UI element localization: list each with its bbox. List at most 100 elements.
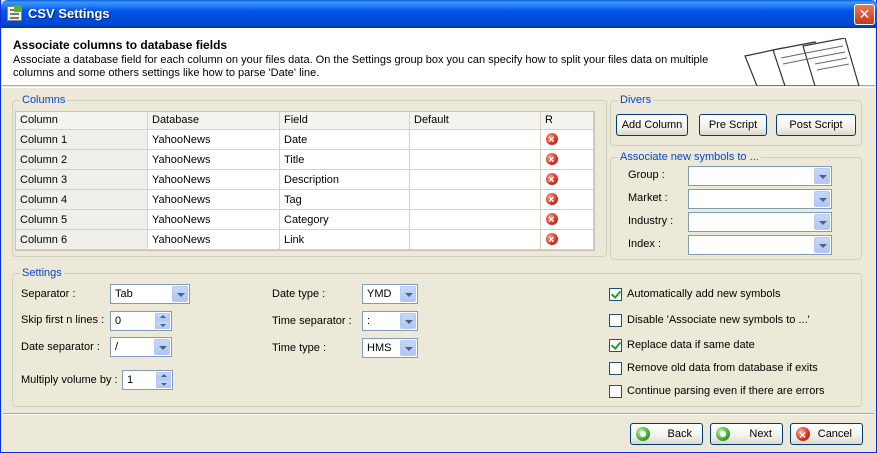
next-button[interactable]: Next <box>710 423 783 445</box>
cell-remove <box>541 210 594 230</box>
header-r[interactable]: R <box>541 112 594 130</box>
continue-parsing-checkbox[interactable] <box>609 385 622 398</box>
cell-column: Column 2 <box>16 150 148 170</box>
market-select[interactable] <box>688 189 832 209</box>
cell-field[interactable]: Category <box>280 210 410 230</box>
time-type-select[interactable]: HMS <box>362 338 418 358</box>
date-type-select[interactable]: YMD <box>362 284 418 304</box>
time-separator-select[interactable]: : <box>362 311 418 331</box>
chevron-down-icon[interactable] <box>154 339 170 355</box>
remove-icon[interactable] <box>546 130 558 149</box>
cell-field[interactable]: Date <box>280 130 410 150</box>
header-default[interactable]: Default <box>410 112 541 130</box>
cell-database[interactable]: YahooNews <box>148 190 280 210</box>
table-row[interactable]: Column 3 YahooNews Description <box>16 170 594 190</box>
index-select[interactable] <box>688 235 832 255</box>
back-button[interactable]: Back <box>630 423 703 445</box>
cell-column: Column 6 <box>16 230 148 250</box>
cell-remove <box>541 230 594 250</box>
table-row[interactable]: Column 5 YahooNews Category <box>16 210 594 230</box>
back-label: Back <box>667 428 692 440</box>
cell-remove <box>541 130 594 150</box>
chevron-down-icon[interactable] <box>814 237 830 253</box>
cell-database[interactable]: YahooNews <box>148 210 280 230</box>
post-script-button[interactable]: Post Script <box>776 114 856 136</box>
multiply-volume-stepper[interactable]: 1 <box>122 370 173 390</box>
remove-icon[interactable] <box>546 210 558 229</box>
chevron-down-icon[interactable] <box>814 168 830 184</box>
continue-parsing-label[interactable]: Continue parsing even if there are error… <box>627 385 825 397</box>
cell-default[interactable] <box>410 170 541 190</box>
close-button[interactable]: ✕ <box>854 4 875 25</box>
header-database[interactable]: Database <box>148 112 280 130</box>
cell-database[interactable]: YahooNews <box>148 150 280 170</box>
cell-default[interactable] <box>410 150 541 170</box>
cell-field[interactable]: Tag <box>280 190 410 210</box>
skip-lines-stepper[interactable]: 0 <box>110 311 172 331</box>
industry-select[interactable] <box>688 212 832 232</box>
remove-icon[interactable] <box>546 150 558 169</box>
spin-up-icon[interactable] <box>156 372 171 380</box>
header-column[interactable]: Column <box>16 112 148 130</box>
remove-icon[interactable] <box>546 170 558 189</box>
spin-down-icon[interactable] <box>156 380 171 388</box>
date-type-value: YMD <box>367 288 392 300</box>
cell-database[interactable]: YahooNews <box>148 130 280 150</box>
cell-database[interactable]: YahooNews <box>148 230 280 250</box>
header-separator <box>2 87 875 88</box>
header-description: Associate a database field for each colu… <box>13 54 709 79</box>
group-select[interactable] <box>688 166 832 186</box>
symbols-group-legend: Associate new symbols to ... <box>618 151 761 163</box>
replace-data-label[interactable]: Replace data if same date <box>627 339 755 351</box>
chevron-down-icon[interactable] <box>400 340 416 356</box>
chevron-down-icon[interactable] <box>814 214 830 230</box>
title-bar[interactable]: CSV Settings ✕ <box>1 0 877 28</box>
app-icon <box>7 5 22 21</box>
replace-data-checkbox[interactable] <box>609 339 622 352</box>
table-row[interactable]: Column 6 YahooNews Link <box>16 230 594 250</box>
window-title: CSV Settings <box>28 6 110 21</box>
multiply-volume-value: 1 <box>127 374 134 386</box>
cancel-button[interactable]: Cancel <box>790 423 863 445</box>
remove-old-data-label[interactable]: Remove old data from database if exits <box>627 362 818 374</box>
date-type-label: Date type : <box>272 288 326 300</box>
spin-up-icon[interactable] <box>155 313 170 321</box>
add-column-button[interactable]: Add Column <box>616 114 688 136</box>
separator-select[interactable]: Tab <box>110 284 190 304</box>
chevron-down-icon[interactable] <box>400 286 416 302</box>
cell-default[interactable] <box>410 210 541 230</box>
pre-script-button[interactable]: Pre Script <box>699 114 767 136</box>
footer-separator-highlight <box>3 414 874 415</box>
columns-grid[interactable]: Column Database Field Default R Column 1… <box>15 111 595 251</box>
chevron-down-icon[interactable] <box>814 191 830 207</box>
table-row[interactable]: Column 2 YahooNews Title <box>16 150 594 170</box>
disable-associate-label[interactable]: Disable 'Associate new symbols to ...' <box>627 314 810 326</box>
cell-field[interactable]: Title <box>280 150 410 170</box>
date-separator-select[interactable]: / <box>110 337 172 357</box>
date-separator-value: / <box>115 341 119 353</box>
disable-associate-checkbox[interactable] <box>609 314 622 327</box>
cell-field[interactable]: Description <box>280 170 410 190</box>
separator-label: Separator : <box>21 288 76 300</box>
cell-default[interactable] <box>410 130 541 150</box>
cell-default[interactable] <box>410 190 541 210</box>
cell-field[interactable]: Link <box>280 230 410 250</box>
cell-column: Column 3 <box>16 170 148 190</box>
header-field[interactable]: Field <box>280 112 410 130</box>
cell-remove <box>541 150 594 170</box>
remove-icon[interactable] <box>546 230 558 249</box>
table-row[interactable]: Column 1 YahooNews Date <box>16 130 594 150</box>
cell-remove <box>541 190 594 210</box>
cell-default[interactable] <box>410 230 541 250</box>
chevron-down-icon[interactable] <box>400 313 416 329</box>
cell-database[interactable]: YahooNews <box>148 170 280 190</box>
divers-group-legend: Divers <box>618 94 654 106</box>
chevron-down-icon[interactable] <box>172 286 188 302</box>
remove-old-data-checkbox[interactable] <box>609 362 622 375</box>
remove-icon[interactable] <box>546 190 558 209</box>
table-row[interactable]: Column 4 YahooNews Tag <box>16 190 594 210</box>
spin-down-icon[interactable] <box>155 321 170 329</box>
auto-add-symbols-label[interactable]: Automatically add new symbols <box>627 288 780 300</box>
cancel-icon <box>796 425 810 445</box>
auto-add-symbols-checkbox[interactable] <box>609 288 622 301</box>
